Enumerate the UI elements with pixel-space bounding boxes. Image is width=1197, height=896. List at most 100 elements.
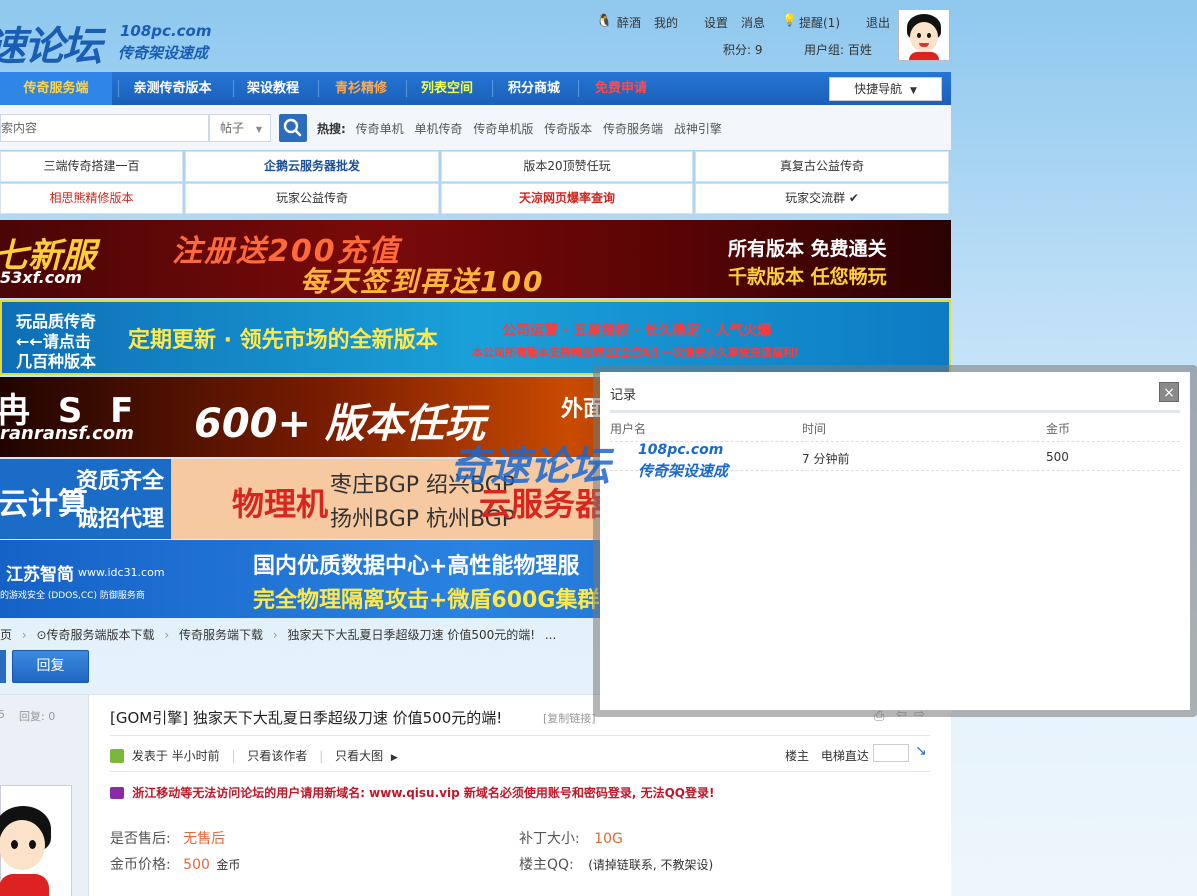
hot-search-item[interactable]: 传奇单机 (356, 122, 404, 136)
my-link[interactable]: 我的 (654, 14, 678, 31)
bulb-icon: 💡 (782, 13, 797, 27)
link-cell[interactable]: 真复古公益传奇 (695, 151, 949, 182)
settings-link[interactable]: 设置 (704, 14, 728, 31)
quick-nav-label: 快捷导航 (854, 82, 903, 96)
only-author-link[interactable]: 只看该作者 (247, 749, 307, 763)
banner-text: 本公司所有版本支持跨服转区[全自动] 一次消费永久享受充值福利! (472, 346, 799, 359)
search-input[interactable]: 索内容 (0, 114, 209, 142)
hot-search-item[interactable]: 传奇单机版 (473, 122, 533, 136)
record-time: 7 分钟前 (802, 452, 850, 466)
breadcrumb-item[interactable]: 传奇服务端下载 (179, 628, 263, 642)
after-sale-row: 是否售后: 无售后 (110, 828, 225, 848)
logout-link[interactable]: 退出 (866, 14, 890, 31)
views-count: 5 (0, 708, 5, 721)
user-group-link[interactable]: 用户组: 百姓 (804, 41, 872, 58)
owner-qq-value: (请掉链联系, 不教架设) (588, 858, 714, 872)
header-avatar[interactable] (898, 9, 950, 61)
post-title: [GOM引擎] 独家天下大乱夏日季超级刀速 价值500元的端! (110, 709, 503, 727)
online-icon (110, 749, 124, 763)
nav-item-server[interactable]: 传奇服务端 (0, 72, 112, 105)
breadcrumb-more: ... (544, 628, 557, 642)
breadcrumb-item[interactable]: ⊙传奇服务端版本下载 (36, 628, 154, 642)
new-post-button[interactable] (0, 650, 6, 683)
author-avatar[interactable] (0, 785, 72, 896)
nav-item-qingshan[interactable]: 青衫精修 (319, 72, 403, 105)
link-cell[interactable]: 企鹅云服务器批发 (185, 151, 439, 182)
breadcrumb-item[interactable]: 独家天下大乱夏日季超级刀速 价值500元的端! (288, 628, 536, 642)
banner-text: 云计算 (0, 487, 88, 522)
price-value: 500 (183, 857, 210, 873)
messages-link[interactable]: 消息 (741, 14, 765, 31)
reminder-link[interactable]: 提醒(1) (799, 14, 840, 31)
record-dialog: 记录 × 用户名 时间 金币 7 分钟前 500 (600, 372, 1190, 710)
site-header: 速论坛 108pc.com 传奇架设速成 🐧 醉酒 我的 设置 消息 💡 提醒(… (0, 0, 951, 72)
dialog-title: 记录 (610, 388, 637, 403)
column-header-user: 用户名 (610, 422, 647, 436)
banner-text: 完全物理隔离攻击+微盾600G集群 (253, 588, 600, 613)
nav-item-tutorial[interactable]: 架设教程 (234, 72, 312, 105)
floor-jump-input[interactable] (873, 744, 909, 762)
owner-qq-label: 楼主QQ: (519, 857, 574, 873)
ad-banner-quality[interactable]: 玩品质传奇 ←←请点击 几百种版本 定期更新 · 领先市场的全新版本 公司运营 … (0, 300, 951, 375)
nav-item-points-mall[interactable]: 积分商城 (493, 72, 575, 105)
main-nav: 传奇服务端 亲测传奇版本 架设教程 青衫精修 列表空间 积分商城 免费申请 快捷… (0, 72, 951, 105)
link-cell[interactable]: 玩家公益传奇 (185, 183, 439, 214)
after-sale-label: 是否售后: (110, 831, 171, 847)
only-big-image-link[interactable]: 只看大图 (335, 749, 383, 763)
patch-value: 10G (594, 831, 623, 847)
close-icon[interactable]: × (1159, 382, 1179, 402)
price-row: 金币价格: 500 金币 (110, 854, 240, 874)
search-type-label: 帖子 (220, 121, 245, 135)
banner-text: 国内优质数据中心+高性能物理服 (253, 554, 580, 579)
banner-text: 所有版本 免费通关 (728, 238, 887, 260)
breadcrumb: 页 › ⊙传奇服务端版本下载 › 传奇服务端下载 › 独家天下大乱夏日季超级刀速… (0, 628, 557, 642)
column-header-coins: 金币 (1046, 422, 1071, 436)
hot-search-item[interactable]: 传奇服务端 (603, 122, 663, 136)
hot-search-item[interactable]: 传奇版本 (544, 122, 592, 136)
ad-banner-new-server[interactable]: 七新服 53xf.com 注册送200充值 每天签到再送100 所有版本 免费通… (0, 220, 951, 298)
post-container: 5 回复: 0 [GOM引擎] 独家天下大乱夏日季超级刀速 价值500元的端! … (0, 694, 951, 896)
hot-search-item[interactable]: 战神引擎 (674, 122, 722, 136)
reply-button[interactable]: 回复 (12, 650, 89, 683)
username-link[interactable]: 醉酒 (617, 14, 641, 31)
notice-text: 浙江移动等无法访问论坛的用户请用新域名: www.qisu.vip 新域名必须使… (132, 786, 715, 800)
search-button[interactable] (279, 114, 307, 142)
nav-item-list-space[interactable]: 列表空间 (407, 72, 487, 105)
banner-text: 的游戏安全 (DDOS,CC) 防御服务商 (0, 591, 145, 601)
hot-search: 热搜: 传奇单机 单机传奇 传奇单机版 传奇版本 传奇服务端 战神引擎 (317, 120, 729, 137)
hot-search-item[interactable]: 单机传奇 (414, 122, 462, 136)
nav-item-free-apply[interactable]: 免费申请 (579, 72, 663, 105)
post-time: 发表于 半小时前 (131, 749, 220, 763)
points-link[interactable]: 积分: 9 (723, 41, 763, 58)
link-cell[interactable]: 天涼网页爆率查询 (441, 183, 693, 214)
price-unit: 金币 (216, 858, 241, 872)
search-type-select[interactable]: 帖子 ▼ (209, 114, 271, 142)
hot-search-label: 热搜: (317, 122, 346, 136)
search-icon (283, 118, 302, 137)
after-sale-value: 无售后 (183, 831, 226, 847)
breadcrumb-item[interactable]: 页 (0, 628, 12, 642)
post-meta: 发表于 半小时前 | 只看该作者 | 只看大图 ▶ (110, 747, 398, 764)
search-row: 索内容 帖子 ▼ 热搜: 传奇单机 单机传奇 传奇单机版 传奇版本 传奇服务端 … (0, 105, 951, 150)
copy-link-button[interactable]: [复制链接] (543, 710, 596, 726)
logo-text: 速论坛 (0, 24, 102, 70)
caret-down-icon: ▼ (255, 125, 262, 134)
notice-line: 浙江移动等无法访问论坛的用户请用新域名: www.qisu.vip 新域名必须使… (110, 784, 714, 801)
nav-item-tested-versions[interactable]: 亲测传奇版本 (119, 72, 226, 105)
owner-qq-row: 楼主QQ: (请掉链联系, 不教架设) (519, 854, 713, 874)
logo-domain: 108pc.com (120, 22, 212, 40)
banner-text: 诚招代理 (76, 507, 165, 532)
quick-nav-dropdown[interactable]: 快捷导航 ▼ (829, 77, 942, 101)
link-cell[interactable]: 版本20顶赞任玩 (441, 151, 693, 182)
site-logo[interactable]: 速论坛 108pc.com 传奇架设速成 (0, 6, 230, 70)
user-bar: 🐧 醉酒 我的 设置 消息 💡 提醒(1) 退出 积分: 9 用户组: 百姓 (596, 13, 896, 63)
floor-owner-label: 楼主 (785, 749, 810, 763)
patch-label: 补丁大小: (519, 831, 580, 847)
banner-text: 公司运营 · 五星授权 · 长久稳定 · 人气火爆 (502, 323, 772, 339)
link-cell[interactable]: 三端传奇搭建一百 (0, 151, 183, 182)
link-cell[interactable]: 玩家交流群 ✔ (695, 183, 949, 214)
jump-icon[interactable]: ↘ (915, 743, 927, 759)
link-cell[interactable]: 相思熊精修版本 (0, 183, 183, 214)
replies-count: 回复: 0 (19, 710, 56, 723)
banner-text: 定期更新 · 领先市场的全新版本 (128, 328, 438, 353)
